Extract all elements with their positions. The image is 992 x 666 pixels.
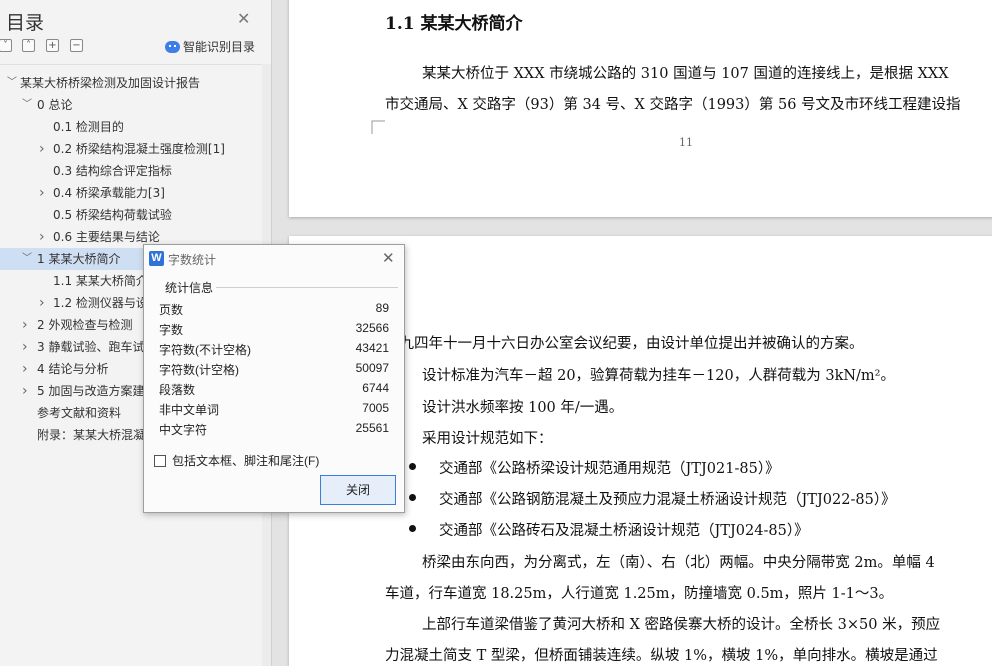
chevron-right-icon[interactable]: › <box>39 138 45 160</box>
toc-label: 参考文献和资料 <box>37 406 122 420</box>
paragraph-line: 车道，行车道宽 18.25m，人行道宽 1.25m，防撞墙宽 0.5m，照片 1… <box>385 586 894 602</box>
section-heading: 1.1 某某大桥简介 <box>385 14 523 34</box>
toc-label: 3 静载试验、跑车试验 <box>37 340 157 354</box>
toc-label: 某某大桥桥梁检测及加固设计报告 <box>20 76 201 90</box>
chevron-down-icon[interactable]: ﹀ <box>22 94 32 116</box>
chevron-right-icon[interactable]: › <box>22 358 28 380</box>
smart-toc-label: 智能识别目录 <box>183 40 256 54</box>
close-icon[interactable]: ✕ <box>382 249 395 267</box>
stat-value: 7005 <box>362 401 389 415</box>
paragraph-line: 设计洪水频率按 100 年/一遇。 <box>422 400 624 416</box>
add-heading-icon[interactable]: + <box>46 39 59 52</box>
chevron-right-icon[interactable]: › <box>39 292 45 314</box>
paragraph-line: 桥梁由东向西，为分离式，左（南）、右（北）两幅。中央分隔带宽 2m。单幅 4 <box>422 555 935 571</box>
toc-item-0-4[interactable]: › 0.4 桥梁承载能力[3] <box>0 182 262 204</box>
page-number: 11 <box>679 136 693 149</box>
chevron-down-icon[interactable]: ﹀ <box>22 248 32 270</box>
toc-item-0-2[interactable]: › 0.2 桥梁结构混凝土强度检测[1] <box>0 138 262 160</box>
word-count-dialog: W 字数统计 ✕ 统计信息 页数 89 字数 32566 字符数(不计空格) 4… <box>143 244 405 513</box>
group-divider <box>216 287 398 288</box>
bullet-icon <box>409 525 416 532</box>
paragraph-line: 设计标准为汽车－超 20，验算荷载为挂车－120，人群荷载为 3kN/m²。 <box>422 368 895 384</box>
toc-label: 5 加固与改造方案建议 <box>37 384 157 398</box>
stat-row: 段落数 6744 <box>159 381 389 401</box>
paragraph-line: 上部行车道梁借鉴了黄河大桥和 X 密路侯寨大桥的设计。全桥长 3×50 米，预应 <box>422 617 941 633</box>
remove-heading-icon[interactable]: − <box>70 39 83 52</box>
toc-label: 1 某某大桥简介 <box>37 252 121 266</box>
toc-label: 0.5 桥梁结构荷载试验 <box>53 208 172 222</box>
chevron-right-icon[interactable]: › <box>22 336 28 358</box>
paragraph-line: 某某大桥位于 XXX 市绕城公路的 310 国道与 107 国道的连接线上，是根… <box>422 66 949 82</box>
close-button[interactable]: 关闭 <box>320 475 396 505</box>
toc-label: 0 总论 <box>37 98 73 112</box>
toc-item-0-5[interactable]: 0.5 桥梁结构荷载试验 <box>0 204 262 226</box>
stat-row: 字符数(计空格) 50097 <box>159 361 389 381</box>
chevron-down-icon[interactable]: ﹀ <box>7 72 17 94</box>
stat-row: 非中文单词 7005 <box>159 401 389 421</box>
toc-label: 0.1 检测目的 <box>53 120 124 134</box>
bullet-item: 交通部《公路钢筋混凝土及预应力混凝土桥涵设计规范（JTJ022-85）》 <box>439 492 896 508</box>
nav-close-icon[interactable]: ✕ <box>237 9 250 28</box>
stat-value: 25561 <box>355 421 389 435</box>
chevron-right-icon[interactable]: › <box>39 226 45 248</box>
stat-value: 43421 <box>355 341 389 355</box>
paragraph-line: 力混凝土简支 T 型梁，但桥面铺装连续。纵坡 1%，横坡 1%，单向排水。横坡是… <box>385 648 938 664</box>
toc-item-ch0[interactable]: ﹀ 0 总论 <box>0 94 262 116</box>
stat-label: 字数 <box>159 323 184 337</box>
smart-toc-button[interactable]: 智能识别目录 <box>165 38 255 55</box>
checkbox-label: 包括文本框、脚注和尾注(F) <box>172 454 320 468</box>
dialog-titlebar[interactable]: W 字数统计 ✕ <box>144 245 404 271</box>
toc-label: 2 外观检查与检测 <box>37 318 133 332</box>
stat-value: 89 <box>375 301 389 315</box>
chevron-right-icon[interactable]: › <box>22 314 28 336</box>
toc-label: 1.1 某某大桥简介 <box>53 274 148 288</box>
bullet-item: 交通部《公路桥梁设计规范通用规范（JTJ021-85）》 <box>439 461 780 477</box>
paragraph-line: 部九四年十一月十六日办公室会议纪要，由设计单位提出并被确认的方案。 <box>385 336 864 352</box>
stat-row: 字数 32566 <box>159 321 389 341</box>
chevron-right-icon[interactable]: › <box>22 380 28 402</box>
crop-mark-icon <box>371 120 385 134</box>
stat-label: 字符数(计空格) <box>159 363 239 377</box>
wps-app-icon: W <box>149 251 164 266</box>
smart-recognize-icon <box>165 40 180 53</box>
stat-label: 中文字符 <box>159 423 208 437</box>
toc-item-report[interactable]: ﹀ 某某大桥桥梁检测及加固设计报告 <box>0 72 262 94</box>
stat-row: 中文字符 25561 <box>159 421 389 441</box>
stat-row: 页数 89 <box>159 301 389 321</box>
stat-label: 非中文单词 <box>159 403 220 417</box>
toc-item-0-3[interactable]: 0.3 结构综合评定指标 <box>0 160 262 182</box>
paragraph-line: 采用设计规范如下： <box>422 431 553 447</box>
bullet-icon <box>409 463 416 470</box>
include-textboxes-checkbox[interactable]: 包括文本框、脚注和尾注(F) <box>154 452 319 469</box>
nav-title: 目录 <box>6 12 45 34</box>
toc-item-0-1[interactable]: 0.1 检测目的 <box>0 116 262 138</box>
stat-label: 字符数(不计空格) <box>159 343 251 357</box>
stat-value: 32566 <box>355 321 389 335</box>
collapse-all-icon[interactable]: ˅ <box>0 39 12 52</box>
checkbox-icon[interactable] <box>154 454 166 467</box>
dialog-title: 字数统计 <box>168 253 217 267</box>
toc-label: 0.4 桥梁承载能力[3] <box>53 186 165 200</box>
stat-row: 字符数(不计空格) 43421 <box>159 341 389 361</box>
paragraph-line: 市交通局、X 交路字（93）第 34 号、X 交路字（1993）第 56 号文及… <box>385 97 961 113</box>
stat-value: 6744 <box>362 381 389 395</box>
bullet-icon <box>409 494 416 501</box>
toc-label: 4 结论与分析 <box>37 362 109 376</box>
stat-value: 50097 <box>355 361 389 375</box>
stat-label: 段落数 <box>159 383 196 397</box>
nav-divider <box>0 64 262 65</box>
chevron-right-icon[interactable]: › <box>39 182 45 204</box>
stats-group-label: 统计信息 <box>165 281 214 295</box>
page-11: 1.1 某某大桥简介 某某大桥位于 XXX 市绕城公路的 310 国道与 107… <box>289 0 992 217</box>
toc-label: 0.3 结构综合评定指标 <box>53 164 172 178</box>
stat-label: 页数 <box>159 303 184 317</box>
toc-label: 0.2 桥梁结构混凝土强度检测[1] <box>53 142 225 156</box>
nav-toolbar: ˅ ˄ + − 智能识别目录 <box>0 39 262 57</box>
expand-up-icon[interactable]: ˄ <box>22 39 35 52</box>
bullet-item: 交通部《公路砖石及混凝土桥涵设计规范（JTJ024-85）》 <box>439 523 809 539</box>
toc-label: 附录：某某大桥混凝土 <box>37 428 158 442</box>
